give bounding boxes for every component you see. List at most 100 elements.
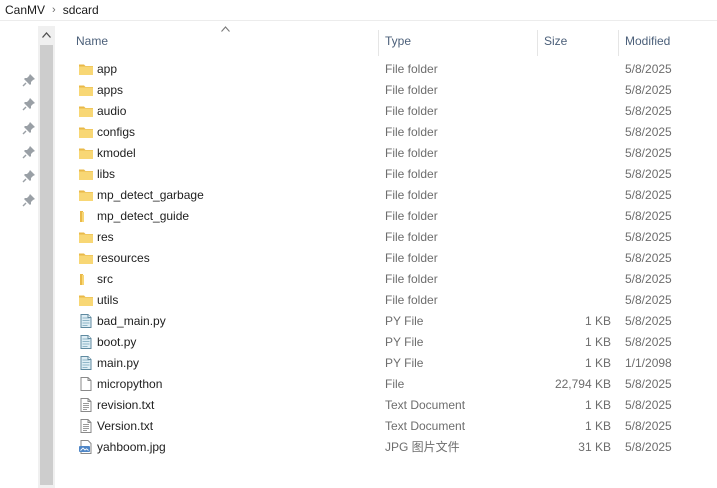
file-name[interactable]: Version.txt [97,416,372,437]
file-row[interactable]: app File folder 5/8/2025 [56,59,717,80]
file-type: PY File [385,314,424,328]
file-row[interactable]: bad_main.py PY File 1 KB 5/8/2025 [56,311,717,332]
file-row[interactable]: audio File folder 5/8/2025 [56,101,717,122]
breadcrumb-separator: › [52,4,56,16]
file-name[interactable]: apps [97,80,372,101]
pin-icon[interactable] [22,73,36,87]
file-modified: 5/8/2025 [625,83,672,97]
breadcrumb-item-sdcard[interactable]: sdcard [60,3,102,17]
file-row[interactable]: libs File folder 5/8/2025 [56,164,717,185]
file-type: File folder [385,209,438,223]
file-row[interactable]: src File folder 5/8/2025 [56,269,717,290]
column-header-bar: Name Type Size Modified [56,26,717,56]
file-size: 1 KB [584,356,611,370]
file-row[interactable]: utils File folder 5/8/2025 [56,290,717,311]
file-size [540,122,611,143]
file-size [540,143,611,164]
folder-icon [78,82,94,98]
file-row[interactable]: resources File folder 5/8/2025 [56,248,717,269]
folder-icon [78,187,94,203]
file-name[interactable]: resources [97,248,372,269]
file-row[interactable]: Version.txt Text Document 1 KB 5/8/2025 [56,416,717,437]
file-row[interactable]: micropython File 22,794 KB 5/8/2025 [56,374,717,395]
file-size [540,59,611,80]
file-row[interactable]: res File folder 5/8/2025 [56,227,717,248]
file-row[interactable]: mp_detect_guide File folder 5/8/2025 [56,206,717,227]
python-file-icon [78,355,94,371]
file-row[interactable]: main.py PY File 1 KB 1/1/2098 [56,353,717,374]
pin-icon[interactable] [22,97,36,111]
pin-icon[interactable] [22,169,36,183]
file-modified: 1/1/2098 [625,356,672,370]
scroll-thumb[interactable] [40,45,53,485]
file-row[interactable]: revision.txt Text Document 1 KB 5/8/2025 [56,395,717,416]
file-name[interactable]: res [97,227,372,248]
navigation-pane [0,21,38,488]
folder-icon [78,166,94,182]
folder-icon [78,103,94,119]
nav-scrollbar[interactable] [38,26,55,488]
folder-icon [78,208,94,224]
scroll-up-arrow-icon[interactable] [38,26,55,43]
file-type: File folder [385,251,438,265]
file-modified: 5/8/2025 [625,188,672,202]
breadcrumb: CanMV › sdcard [0,0,717,20]
file-name[interactable]: src [97,269,372,290]
file-modified: 5/8/2025 [625,440,672,454]
file-modified: 5/8/2025 [625,209,672,223]
column-header-size[interactable]: Size [538,26,618,56]
file-modified: 5/8/2025 [625,314,672,328]
pin-icon[interactable] [22,193,36,207]
file-name[interactable]: yahboom.jpg [97,437,372,458]
breadcrumb-item-canmv[interactable]: CanMV [2,3,48,17]
text-file-icon [78,418,94,434]
folder-icon [78,271,94,287]
file-name[interactable]: bad_main.py [97,311,372,332]
file-type: PY File [385,356,424,370]
file-type: PY File [385,335,424,349]
file-size [540,164,611,185]
file-name[interactable]: libs [97,164,372,185]
file-name[interactable]: mp_detect_garbage [97,185,372,206]
folder-icon [78,124,94,140]
file-row[interactable]: apps File folder 5/8/2025 [56,80,717,101]
file-row[interactable]: kmodel File folder 5/8/2025 [56,143,717,164]
image-file-icon [78,439,94,455]
file-size: 31 KB [578,440,611,454]
file-size [540,290,611,311]
folder-icon [78,229,94,245]
file-row[interactable]: yahboom.jpg JPG 图片文件 31 KB 5/8/2025 [56,437,717,458]
file-name[interactable]: mp_detect_guide [97,206,372,227]
file-size [540,80,611,101]
file-name[interactable]: main.py [97,353,372,374]
file-modified: 5/8/2025 [625,419,672,433]
file-row[interactable]: configs File folder 5/8/2025 [56,122,717,143]
file-row[interactable]: mp_detect_garbage File folder 5/8/2025 [56,185,717,206]
file-name[interactable]: app [97,59,372,80]
pin-icon[interactable] [22,145,36,159]
text-file-icon [78,397,94,413]
file-name[interactable]: utils [97,290,372,311]
pin-icon[interactable] [22,121,36,135]
file-name[interactable]: configs [97,122,372,143]
file-modified: 5/8/2025 [625,293,672,307]
column-header-modified[interactable]: Modified [619,26,717,56]
file-type: File folder [385,83,438,97]
column-header-name[interactable]: Name [70,26,378,56]
file-type: File folder [385,272,438,286]
file-modified: 5/8/2025 [625,335,672,349]
file-name[interactable]: audio [97,101,372,122]
file-row[interactable]: boot.py PY File 1 KB 5/8/2025 [56,332,717,353]
file-name[interactable]: kmodel [97,143,372,164]
file-type: JPG 图片文件 [385,440,460,454]
file-name[interactable]: micropython [97,374,372,395]
file-size [540,248,611,269]
python-file-icon [78,334,94,350]
file-name[interactable]: revision.txt [97,395,372,416]
file-name[interactable]: boot.py [97,332,372,353]
file-type: File folder [385,188,438,202]
generic-file-icon [78,376,94,392]
column-header-type[interactable]: Type [379,26,537,56]
folder-icon [78,292,94,308]
file-type: File folder [385,146,438,160]
